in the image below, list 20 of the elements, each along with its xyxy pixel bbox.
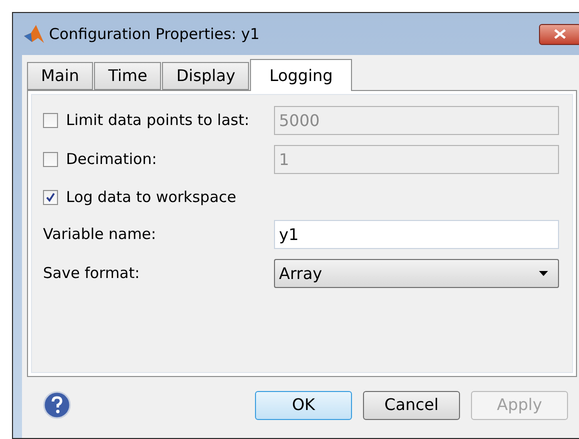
tab[interactable]: Time: [94, 62, 162, 90]
window-title: Configuration Properties: y1: [49, 24, 260, 45]
text-field[interactable]: y1: [274, 220, 559, 249]
field-label: Variable name:: [43, 224, 158, 246]
dropdown[interactable]: Array: [274, 259, 559, 288]
checkbox-label: Limit data points to last:: [66, 110, 250, 132]
tab[interactable]: Logging: [250, 59, 352, 91]
checkbox-label: Decimation:: [66, 149, 157, 170]
checkbox[interactable]: [43, 190, 58, 204]
tab[interactable]: Display: [162, 62, 250, 90]
field-label: Save format:: [43, 263, 141, 284]
tab[interactable]: Main: [27, 62, 94, 90]
dialog-button[interactable]: Cancel: [363, 390, 460, 420]
dialog-button[interactable]: OK: [255, 390, 352, 420]
close-icon: [554, 29, 566, 39]
checkbox-label: Log data to workspace: [66, 186, 236, 208]
close-button[interactable]: [539, 24, 579, 44]
app-logo-icon: [23, 24, 45, 44]
dropdown-arrow-icon: [539, 271, 548, 276]
help-icon[interactable]: [43, 391, 71, 419]
